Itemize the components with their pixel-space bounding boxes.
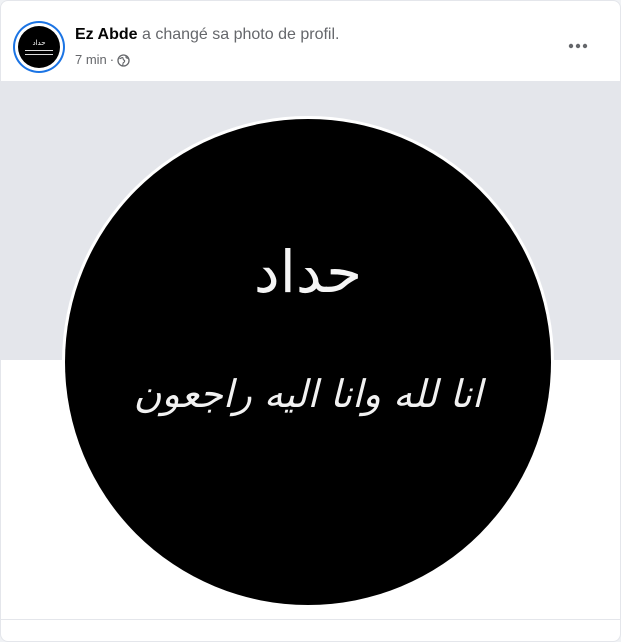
post-header-text: Ez Abde a changé sa photo de profil. 7 m… [75, 25, 339, 68]
mourning-title: حداد [253, 238, 363, 306]
quran-verse-calligraphy: انا لله وانا اليه راجعون [133, 372, 483, 416]
author-avatar[interactable]: حداد [15, 23, 63, 71]
post-title-line: Ez Abde a changé sa photo de profil. [75, 25, 339, 45]
globe-icon [117, 53, 130, 67]
avatar-calligraphy-mark [25, 49, 53, 55]
post-header: حداد Ez Abde a changé sa photo de profil… [1, 1, 620, 81]
avatar-image: حداد [18, 26, 60, 68]
more-options-icon [568, 36, 588, 54]
author-name-link[interactable]: Ez Abde [75, 26, 138, 43]
post-card: حداد Ez Abde a changé sa photo de profil… [0, 0, 621, 642]
profile-photo[interactable]: حداد انا لله وانا اليه راجعون [65, 119, 551, 605]
divider [1, 619, 620, 620]
meta-separator: · [109, 52, 115, 67]
more-options-button[interactable] [560, 29, 596, 61]
post-action-text: a changé sa photo de profil. [141, 26, 340, 43]
avatar-text: حداد [32, 39, 46, 47]
post-timestamp-link[interactable]: 7 min [75, 52, 107, 68]
post-meta: 7 min · [75, 52, 339, 68]
